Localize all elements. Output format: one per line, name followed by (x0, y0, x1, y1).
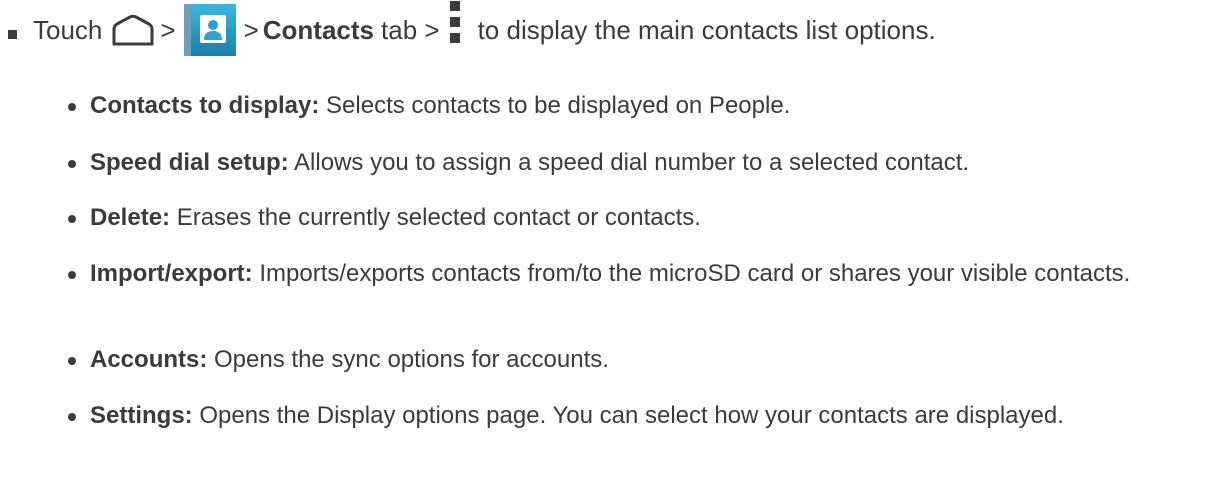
option-item: Accounts: Opens the sync options for acc… (68, 345, 1193, 375)
option-description: Erases the currently selected contact or… (176, 204, 701, 231)
option-item: Import/export: Imports/exports contacts … (68, 259, 1193, 289)
option-text: Settings: Opens the Display options page… (90, 401, 1193, 431)
dot-bullet (68, 413, 76, 421)
option-item: Settings: Opens the Display options page… (68, 401, 1193, 431)
dot-bullet (68, 271, 76, 279)
option-item: Delete: Erases the currently selected co… (68, 203, 1193, 233)
option-term: Speed dial setup: (90, 149, 289, 176)
option-description: Opens the Display options page. You can … (199, 402, 1064, 429)
option-text: Contacts to display: Selects contacts to… (90, 91, 1193, 121)
option-text: Delete: Erases the currently selected co… (90, 203, 1193, 233)
option-item: Speed dial setup: Allows you to assign a… (68, 148, 1193, 178)
option-term: Import/export: (90, 260, 253, 287)
option-text: Speed dial setup: Allows you to assign a… (90, 148, 1193, 178)
dot-bullet (68, 357, 76, 365)
option-description: Selects contacts to be displayed on Peop… (326, 92, 791, 119)
document-page: Touch > > Contacts tab > to display the … (0, 0, 1207, 494)
option-description: Opens the sync options for accounts. (214, 346, 609, 373)
dot-bullet (68, 160, 76, 168)
option-term: Delete: (90, 204, 171, 231)
option-description: Allows you to assign a speed dial number… (294, 149, 970, 176)
option-term: Accounts: (90, 346, 208, 373)
options-list: Contacts to display: Selects contacts to… (0, 0, 1207, 494)
option-text: Accounts: Opens the sync options for acc… (90, 345, 1193, 375)
option-text: Import/export: Imports/exports contacts … (90, 259, 1193, 289)
dot-bullet (68, 215, 76, 223)
option-item: Contacts to display: Selects contacts to… (68, 91, 1193, 121)
option-description: Imports/exports contacts from/to the mic… (259, 260, 1131, 287)
option-term: Settings: (90, 402, 193, 429)
option-term: Contacts to display: (90, 92, 320, 119)
dot-bullet (68, 103, 76, 111)
